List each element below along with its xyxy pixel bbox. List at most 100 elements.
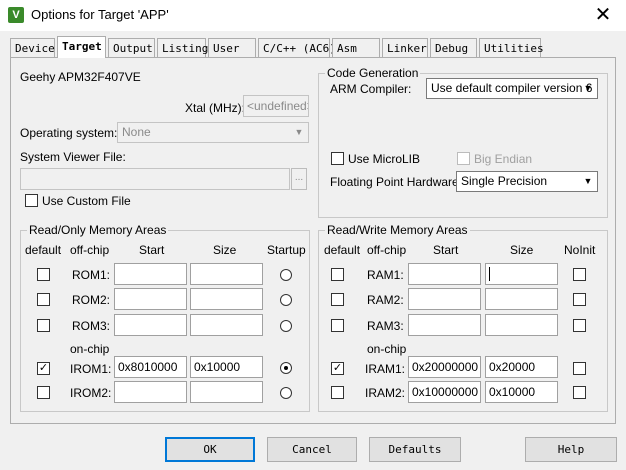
rom3-start-input[interactable] (114, 314, 187, 336)
fph-select[interactable]: Single Precision ▼ (456, 171, 598, 192)
svd-browse-button[interactable]: ... (291, 168, 307, 190)
tab-debug[interactable]: Debug (430, 38, 477, 57)
ram3-start-input[interactable] (408, 314, 481, 336)
chevron-down-icon: ▼ (583, 83, 593, 93)
iram1-noinit-checkbox[interactable] (573, 362, 586, 375)
rw-header-noinit: NoInit (564, 243, 596, 257)
ram1-default-checkbox[interactable] (331, 268, 344, 281)
iram1-default-checkbox[interactable]: ✓ (331, 362, 344, 375)
rw-memory-title: Read/Write Memory Areas (325, 223, 470, 237)
rom2-startup-radio[interactable] (280, 294, 292, 306)
ram3-noinit-checkbox[interactable] (573, 319, 586, 332)
code-generation-title: Code Generation (325, 66, 421, 80)
xtal-label: Xtal (MHz): (185, 101, 245, 115)
ram1-size-input[interactable] (485, 263, 558, 285)
ok-button[interactable]: OK (165, 437, 255, 462)
chevron-down-icon: ▼ (294, 127, 304, 137)
ro-header-default: default (25, 243, 62, 257)
iram2-label: IRAM2: (365, 386, 406, 400)
cancel-button[interactable]: Cancel (267, 437, 357, 462)
iram2-size-input[interactable]: 0x10000 (485, 381, 558, 403)
device-name: Geehy APM32F407VE (20, 70, 141, 84)
help-button[interactable]: Help (525, 437, 617, 462)
svd-label: System Viewer File: (20, 150, 126, 164)
rom2-default-checkbox[interactable] (37, 293, 50, 306)
rom3-size-input[interactable] (190, 314, 263, 336)
compiler-select[interactable]: Use default compiler version 6 ▼ (426, 78, 598, 99)
ram2-start-input[interactable] (408, 288, 481, 310)
use-custom-file-label: Use Custom File (42, 194, 131, 208)
irom1-start-input[interactable]: 0x8010000 (114, 356, 187, 378)
big-endian-checkbox[interactable] (457, 152, 470, 165)
iram2-default-checkbox[interactable] (331, 386, 344, 399)
irom1-startup-radio[interactable] (280, 362, 292, 374)
iram1-size-input[interactable]: 0x20000 (485, 356, 558, 378)
ro-header-start: Start (139, 243, 165, 257)
rom3-default-checkbox[interactable] (37, 319, 50, 332)
iram2-start-input[interactable]: 0x10000000 (408, 381, 481, 403)
window-title: Options for Target 'APP' (31, 7, 169, 22)
ram3-size-input[interactable] (485, 314, 558, 336)
ram2-default-checkbox[interactable] (331, 293, 344, 306)
ram3-default-checkbox[interactable] (331, 319, 344, 332)
iram2-noinit-checkbox[interactable] (573, 386, 586, 399)
os-select[interactable]: None ▼ (117, 122, 309, 143)
ram2-size-input[interactable] (485, 288, 558, 310)
irom2-start-input[interactable] (114, 381, 187, 403)
ro-header-size: Size (213, 243, 237, 257)
tab-linker[interactable]: Linker (382, 38, 428, 57)
irom2-label: IROM2: (70, 386, 112, 400)
irom2-startup-radio[interactable] (280, 387, 292, 399)
tab-cpp[interactable]: C/C++ (AC6) (258, 38, 336, 57)
ro-header-offchip: off-chip (70, 243, 110, 257)
tab-target[interactable]: Target (57, 36, 106, 58)
ram2-label: RAM2: (367, 293, 404, 307)
tab-asm[interactable]: Asm (332, 38, 380, 57)
rw-header-default: default (324, 243, 361, 257)
ram2-noinit-checkbox[interactable] (573, 293, 586, 306)
ram1-start-input[interactable] (408, 263, 481, 285)
rom1-label: ROM1: (72, 268, 111, 282)
title-bar: V Options for Target 'APP' ✕ (0, 0, 626, 31)
os-label: Operating system: (20, 126, 118, 140)
irom1-default-checkbox[interactable]: ✓ (37, 362, 50, 375)
rom3-startup-radio[interactable] (280, 320, 292, 332)
irom1-size-input[interactable]: 0x10000 (190, 356, 263, 378)
big-endian-label: Big Endian (474, 152, 533, 166)
rom2-size-input[interactable] (190, 288, 263, 310)
irom2-size-input[interactable] (190, 381, 263, 403)
rom2-label: ROM2: (72, 293, 111, 307)
chevron-down-icon: ▼ (583, 176, 593, 186)
fph-select-value: Single Precision (461, 174, 548, 188)
svd-field[interactable] (20, 168, 290, 190)
text-cursor (489, 267, 490, 281)
irom1-label: IROM1: (70, 362, 112, 376)
ro-memory-title: Read/Only Memory Areas (27, 223, 169, 237)
tab-device[interactable]: Device (10, 38, 55, 57)
irom2-default-checkbox[interactable] (37, 386, 50, 399)
tab-output[interactable]: Output (108, 38, 155, 57)
defaults-button[interactable]: Defaults (369, 437, 461, 462)
iram1-label: IRAM1: (365, 362, 406, 376)
rw-header-start: Start (433, 243, 459, 257)
app-logo-icon: V (8, 7, 24, 23)
ram1-noinit-checkbox[interactable] (573, 268, 586, 281)
rom1-default-checkbox[interactable] (37, 268, 50, 281)
tab-user[interactable]: User (208, 38, 256, 57)
tab-utilities[interactable]: Utilities (479, 38, 544, 57)
rom3-label: ROM3: (72, 319, 111, 333)
iram1-start-input[interactable]: 0x20000000 (408, 356, 481, 378)
close-button[interactable]: ✕ (580, 0, 626, 31)
ro-header-startup: Startup (267, 243, 306, 257)
rom1-start-input[interactable] (114, 263, 187, 285)
compiler-select-value: Use default compiler version 6 (431, 81, 593, 95)
rw-onchip-label: on-chip (367, 342, 407, 356)
use-microlib-checkbox[interactable] (331, 152, 344, 165)
rom1-startup-radio[interactable] (280, 269, 292, 281)
rom1-size-input[interactable] (190, 263, 263, 285)
use-custom-file-checkbox[interactable] (25, 194, 38, 207)
tab-listing[interactable]: Listing (157, 38, 208, 57)
rom2-start-input[interactable] (114, 288, 187, 310)
xtal-field[interactable]: <undefined> (243, 95, 309, 117)
fph-label: Floating Point Hardware: (330, 175, 463, 189)
